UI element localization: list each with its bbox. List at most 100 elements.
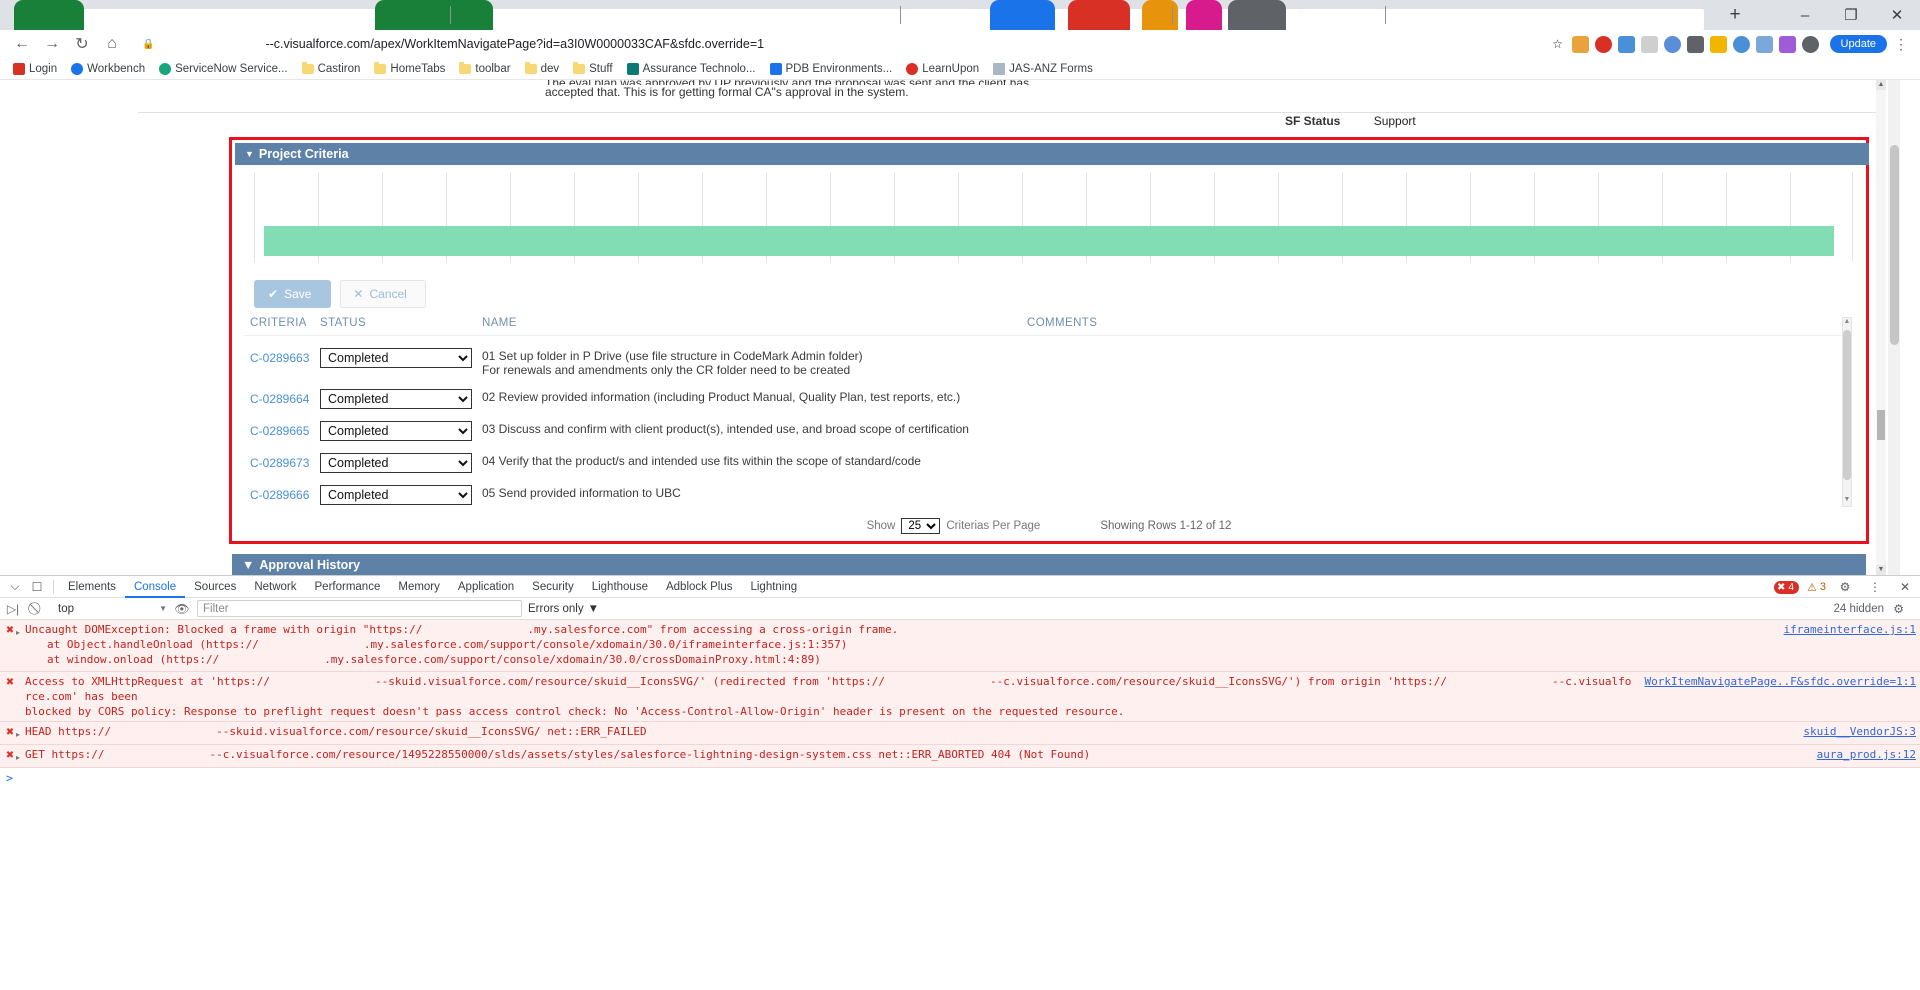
profile-avatar[interactable] [1801,34,1821,54]
extension-icon-camera[interactable] [1686,34,1706,54]
log-level-select[interactable]: Errors only ▼ [528,603,599,615]
collapse-caret-icon[interactable]: ▼ [245,149,254,159]
expand-triangle-icon[interactable]: ▸ [16,747,25,765]
tab-console[interactable]: Console [125,576,185,598]
status-select[interactable]: Completed [320,453,472,473]
bookmark-item[interactable]: toolbar [452,61,517,75]
tab-network[interactable]: Network [245,576,305,598]
criteria-link[interactable]: C-0289665 [244,421,320,438]
bookmark-item[interactable]: dev [518,61,567,75]
bookmark-item[interactable]: Stuff [566,61,619,75]
browser-tab[interactable] [1186,0,1222,30]
status-select[interactable]: Completed [320,348,472,368]
extension-icon-search[interactable] [1663,34,1683,54]
console-message[interactable]: ✖ ▸ HEAD https:// --skuid.visualforce.com… [0,722,1920,745]
bookmark-item[interactable]: Castiron [295,61,368,75]
tab-sources[interactable]: Sources [185,576,245,598]
console-message[interactable]: ✖ Access to XMLHttpRequest at 'https:// -… [0,672,1920,722]
close-icon[interactable]: ✕ [1894,576,1916,598]
browser-menu-icon[interactable]: ⋮ [1890,36,1912,53]
tab-application[interactable]: Application [449,576,523,598]
page-size-select[interactable]: 25 [901,518,941,534]
extension-icon-star[interactable] [1755,34,1775,54]
console-message[interactable]: ✖ ▸ GET https:// --c.visualforce.com/reso… [0,745,1920,768]
extension-icon-3[interactable] [1617,34,1637,54]
new-tab-button[interactable]: + [1718,0,1752,30]
status-select[interactable]: Completed [320,389,472,409]
browser-tab[interactable] [375,0,493,30]
execute-icon[interactable]: ▷| [4,600,22,618]
console-source-link[interactable]: iframeinterface.js:1 [1774,622,1916,637]
tab-elements[interactable]: Elements [59,576,125,598]
address-bar[interactable]: 🔒 --c.visualforce.com/apex/WorkItemNavig… [134,34,1540,54]
console-source-link[interactable]: WorkItemNavigatePage..F&sfdc.override=1:… [1634,674,1916,689]
forward-icon[interactable]: → [38,30,66,58]
criteria-link[interactable]: C-0289666 [244,485,320,502]
save-button[interactable]: ✔ Save [254,280,332,308]
tab-lightning[interactable]: Lightning [741,576,806,598]
extension-icon-adblock[interactable] [1594,34,1614,54]
tab-performance[interactable]: Performance [306,576,390,598]
scrollbar-thumb[interactable] [1843,330,1851,480]
reload-icon[interactable]: ↻ [68,30,96,58]
console-prompt[interactable]: > [0,768,1920,788]
tab-adblock-plus[interactable]: Adblock Plus [657,576,741,598]
bookmark-item[interactable]: Workbench [64,62,152,75]
bookmark-item[interactable]: PDB Environments... [763,62,900,75]
extension-icon-globe[interactable] [1732,34,1752,54]
home-icon[interactable]: ⌂ [98,30,126,58]
extension-icon-lightning[interactable] [1709,34,1729,54]
bookmark-item[interactable]: LearnUpon [899,62,986,75]
frame-scroll-down-icon[interactable]: ▼ [1876,565,1886,575]
star-icon[interactable]: ☆ [1548,34,1568,54]
browser-tab[interactable] [1068,0,1130,30]
criteria-link[interactable]: C-0289663 [244,348,320,365]
browser-tab[interactable] [14,0,84,30]
extension-icon-4[interactable] [1640,34,1660,54]
minimize-button[interactable]: – [1782,0,1828,30]
page-scrollbar-thumb[interactable] [1890,145,1899,345]
console-message[interactable]: ✖ ▸ Uncaught DOMException: Blocked a fra… [0,620,1920,672]
maximize-button[interactable]: ❐ [1828,0,1874,30]
bookmark-item[interactable]: JAS-ANZ Forms [986,62,1100,75]
tab-lighthouse[interactable]: Lighthouse [583,576,657,598]
criteria-link[interactable]: C-0289673 [244,453,320,470]
console-source-link[interactable]: skuid__VendorJS:3 [1793,724,1916,739]
expand-triangle-icon[interactable]: ▸ [16,724,25,742]
status-select[interactable]: Completed [320,485,472,505]
extension-icon-puzzle[interactable] [1778,34,1798,54]
tab-security[interactable]: Security [523,576,583,598]
console-filter-input[interactable]: Filter [197,600,522,617]
expand-triangle-icon[interactable]: ▸ [16,622,25,667]
status-select[interactable]: Completed [320,421,472,441]
collapse-caret-icon[interactable]: ▼ [242,558,254,572]
bookmark-item[interactable]: Assurance Technolo... [620,62,763,75]
cancel-button[interactable]: ✕ Cancel [340,280,426,308]
back-icon[interactable]: ← [8,30,36,58]
clear-console-icon[interactable]: ⃠ [28,600,46,618]
tab-memory[interactable]: Memory [389,576,449,598]
browser-tab[interactable] [1228,0,1286,30]
error-badge[interactable]: ✖ 4 [1774,580,1799,594]
device-toolbar-icon[interactable]: ☐ [26,576,48,598]
inspect-icon[interactable]: ⌵ [4,576,26,598]
scroll-up-arrow-icon[interactable]: ▲ [1843,318,1851,328]
update-button[interactable]: Update [1829,35,1887,53]
close-window-button[interactable]: ✕ [1874,0,1920,30]
browser-tab[interactable] [990,0,1055,30]
bookmark-item[interactable]: HomeTabs [367,61,452,75]
inner-frame-scrollbar[interactable] [1876,80,1886,575]
extension-icon-1[interactable] [1571,34,1591,54]
console-settings-gear-icon[interactable]: ⚙ [1893,602,1904,616]
warning-badge[interactable]: ⚠ 3 [1807,581,1826,594]
approval-history-header[interactable]: ▼ Approval History [232,554,1866,575]
criteria-link[interactable]: C-0289664 [244,389,320,406]
execution-context-select[interactable]: top ▼ [52,603,167,615]
gear-icon[interactable]: ⚙ [1834,576,1856,598]
frame-scrollbar-thumb[interactable] [1877,410,1885,440]
devtools-menu-icon[interactable]: ⋮ [1864,576,1886,598]
scroll-down-arrow-icon[interactable]: ▼ [1843,496,1851,506]
criteria-table-scrollbar[interactable]: ▲ ▼ [1842,317,1852,507]
bookmark-item[interactable]: Login [6,62,64,75]
eye-icon[interactable]: 👁 [173,600,191,618]
